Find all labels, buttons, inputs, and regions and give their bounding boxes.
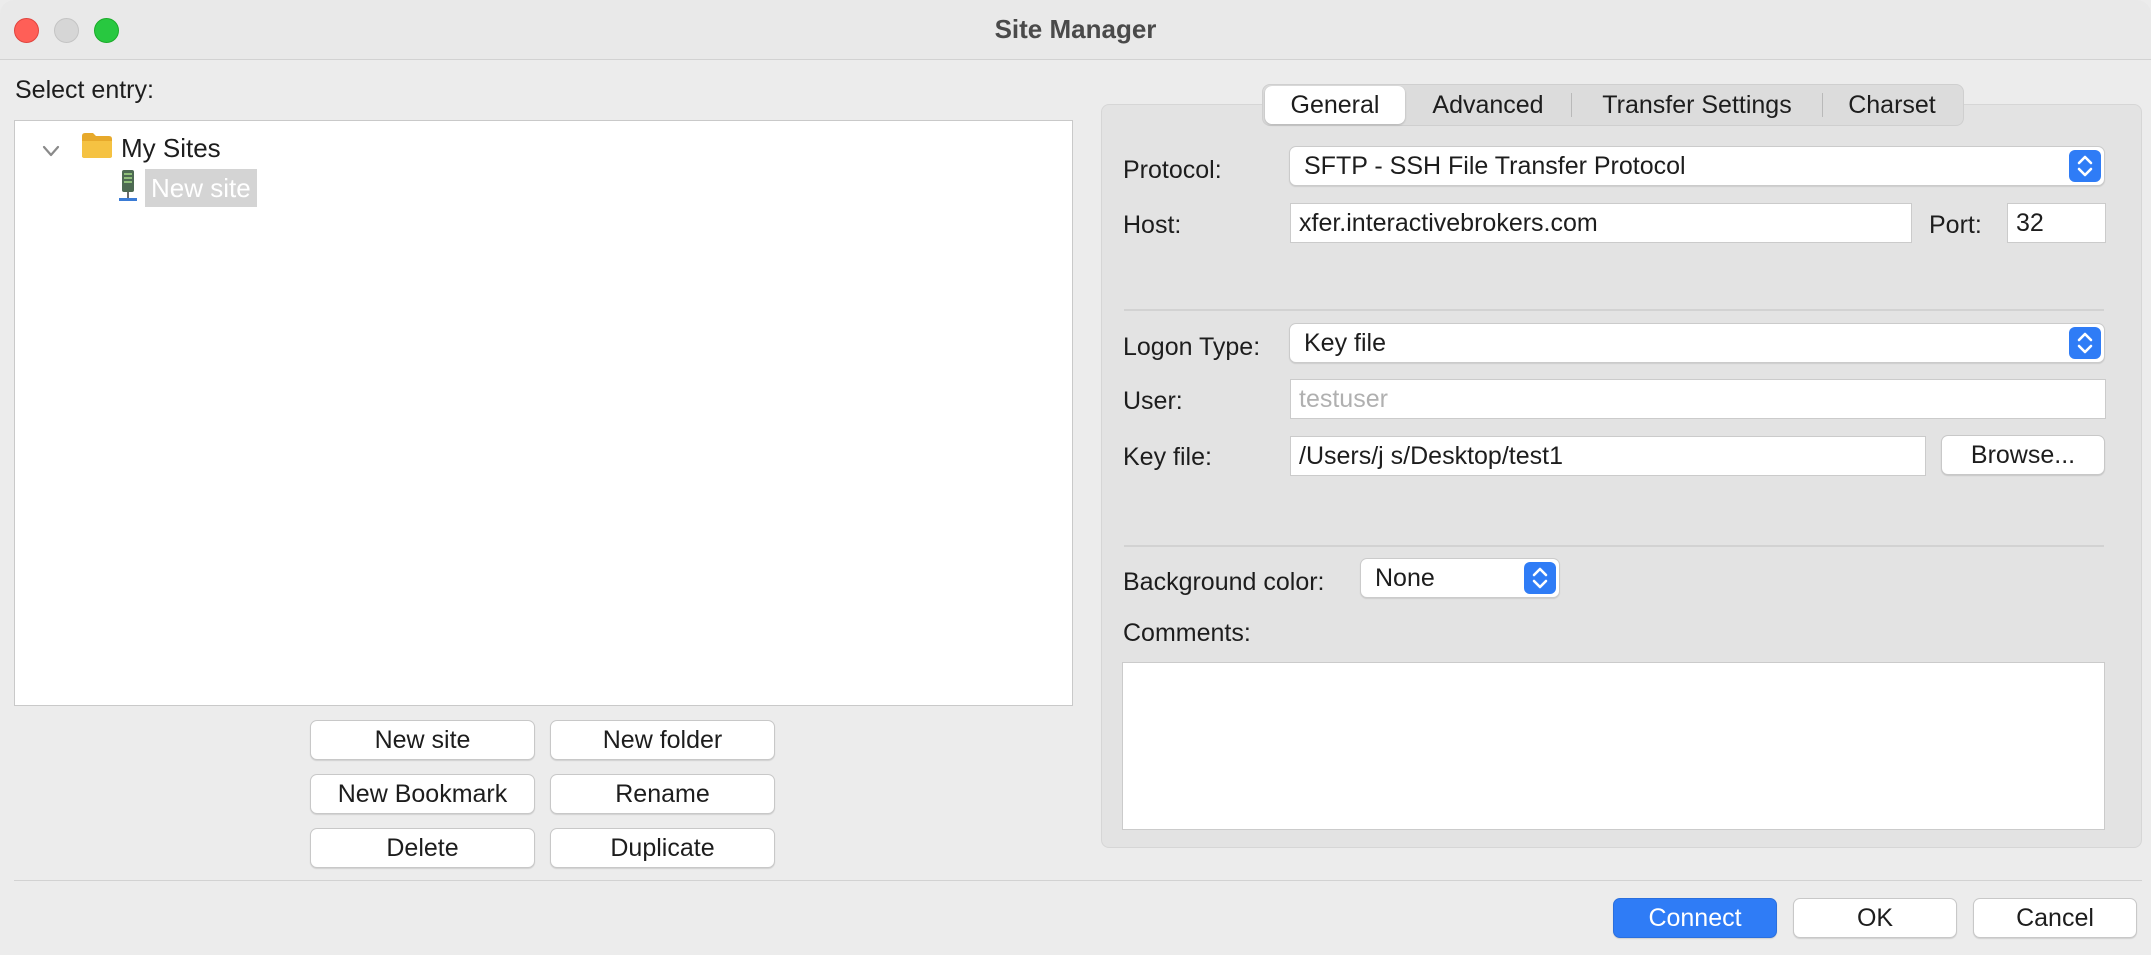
- protocol-label: Protocol:: [1123, 156, 1222, 184]
- select-arrows-icon: [2069, 150, 2101, 182]
- select-arrows-icon: [1524, 562, 1556, 594]
- comments-label: Comments:: [1123, 619, 1251, 647]
- protocol-value: SFTP - SSH File Transfer Protocol: [1304, 152, 1686, 180]
- logon-type-value: Key file: [1304, 329, 1386, 357]
- new-folder-button[interactable]: New folder: [550, 720, 775, 760]
- window-title: Site Manager: [994, 14, 1157, 44]
- user-label: User:: [1123, 387, 1183, 415]
- tab-transfer-settings[interactable]: Transfer Settings: [1572, 86, 1822, 124]
- background-color-select[interactable]: None: [1360, 558, 1560, 598]
- logon-type-select[interactable]: Key file: [1289, 323, 2105, 363]
- server-icon: [119, 170, 137, 201]
- new-site-button[interactable]: New site: [310, 720, 535, 760]
- new-bookmark-button[interactable]: New Bookmark: [310, 774, 535, 814]
- tree-item-my-sites[interactable]: My Sites: [121, 133, 221, 164]
- tab-bar: General Advanced Transfer Settings Chars…: [1262, 84, 1964, 126]
- cancel-button[interactable]: Cancel: [1973, 898, 2137, 938]
- select-arrows-icon: [2069, 327, 2101, 359]
- host-input[interactable]: xfer.interactivebrokers.com: [1290, 203, 1912, 243]
- background-color-value: None: [1375, 564, 1435, 592]
- tab-charset[interactable]: Charset: [1823, 86, 1961, 124]
- section-divider: [1124, 545, 2104, 547]
- comments-textarea[interactable]: [1122, 662, 2105, 830]
- key-file-label: Key file:: [1123, 443, 1212, 471]
- port-label: Port:: [1929, 211, 1982, 239]
- key-file-input[interactable]: /Users/j s/Desktop/test1: [1290, 436, 1926, 476]
- protocol-select[interactable]: SFTP - SSH File Transfer Protocol: [1289, 146, 2105, 186]
- duplicate-button[interactable]: Duplicate: [550, 828, 775, 868]
- title-bar: Site Manager: [0, 0, 2151, 60]
- site-manager-window: Site Manager Select entry: My Sites New …: [0, 0, 2151, 955]
- browse-button[interactable]: Browse...: [1941, 435, 2105, 475]
- background-color-label: Background color:: [1123, 568, 1325, 596]
- delete-button[interactable]: Delete: [310, 828, 535, 868]
- host-label: Host:: [1123, 211, 1182, 239]
- footer-divider: [14, 880, 2142, 881]
- ok-button[interactable]: OK: [1793, 898, 1957, 938]
- connect-button[interactable]: Connect: [1613, 898, 1777, 938]
- folder-icon: [82, 133, 112, 158]
- tree-item-new-site[interactable]: New site: [145, 169, 257, 207]
- select-entry-label: Select entry:: [15, 76, 154, 104]
- user-input[interactable]: testuser: [1290, 379, 2106, 419]
- port-input[interactable]: 32: [2007, 203, 2106, 243]
- chevron-down-icon[interactable]: [41, 141, 61, 161]
- tab-general[interactable]: General: [1265, 86, 1405, 124]
- section-divider: [1124, 309, 2104, 311]
- rename-button[interactable]: Rename: [550, 774, 775, 814]
- tab-advanced[interactable]: Advanced: [1405, 86, 1571, 124]
- site-tree[interactable]: My Sites New site: [14, 120, 1073, 706]
- logon-type-label: Logon Type:: [1123, 333, 1261, 361]
